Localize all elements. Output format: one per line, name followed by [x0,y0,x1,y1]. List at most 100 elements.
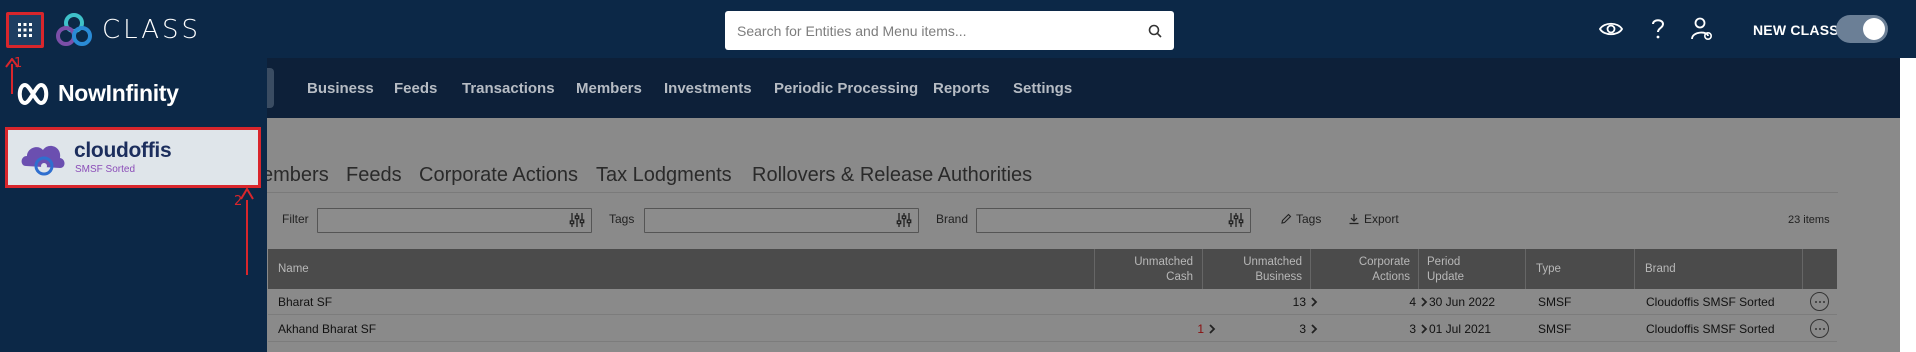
annotation-arrow-2 [246,200,248,275]
nav-item-business[interactable]: Business [307,80,374,97]
table-row[interactable]: Akhand Bharat SF 1 3 3 01 Jul 2021 SMSF … [268,316,1837,342]
header-line: Cash [1166,271,1193,283]
col-separator [1634,249,1635,289]
annotation-arrow-1 [11,64,13,94]
header-line: Period [1427,256,1461,268]
search-icon[interactable] [1148,24,1162,38]
app-option-cloudoffis[interactable]: cloudoffis SMSF Sorted [5,127,261,188]
annotation-step-2: 2 [234,194,243,209]
header-line: Unmatched [1134,256,1193,268]
col-corporate-actions[interactable]: Corporate Actions [1328,255,1410,285]
cell-value: 4 [1409,295,1416,309]
row-unmatched-business[interactable]: 13 [1258,295,1318,309]
brand-input[interactable] [976,208,1251,233]
tab-feeds[interactable]: Feeds [346,164,402,187]
table-header: Name Unmatched Cash Unmatched Business Cor… [268,249,1837,289]
nav-item-members[interactable]: Members [576,80,642,97]
row-name[interactable]: Akhand Bharat SF [278,322,376,336]
col-separator [1418,249,1419,289]
class-logo-icon [56,13,92,46]
new-class-label: NEW CLASS [1753,22,1839,38]
app-name: CLASS [102,15,202,45]
cell-value: 13 [1292,295,1306,309]
nav-item-reports[interactable]: Reports [933,80,990,97]
class-logo[interactable]: CLASS [54,12,201,48]
filter-input[interactable] [317,208,592,233]
tab-corporate-actions[interactable]: Corporate Actions [419,164,578,187]
col-separator [1802,249,1803,289]
more-options-icon[interactable] [1810,319,1829,338]
tab-rollovers[interactable]: Rollovers & Release Authorities [752,164,1032,187]
col-separator [1202,249,1203,289]
pencil-icon [1281,213,1292,224]
row-period-update: 30 Jun 2022 [1429,295,1496,309]
eye-icon[interactable] [1598,16,1624,42]
tags-button[interactable]: Tags [1280,212,1321,226]
help-icon[interactable] [1645,16,1671,42]
app-option-nowinfinity[interactable]: NowInfinity [16,80,179,107]
tags-label: Tags [609,212,635,226]
top-header: CLASS NEW CLASS [0,0,1916,58]
chevron-right-icon [1421,297,1428,307]
table-row[interactable]: Bharat SF 13 4 30 Jun 2022 SMSF Cloudoff… [268,289,1837,315]
search-input[interactable] [737,22,1148,39]
user-settings-icon[interactable] [1689,16,1715,42]
scrollbar-track[interactable] [1900,58,1916,352]
row-unmatched-business[interactable]: 3 [1258,322,1318,336]
filter-label: Filter [282,212,309,226]
nav-item-feeds[interactable]: Feeds [394,80,437,97]
row-corporate-actions[interactable]: 4 [1368,295,1428,309]
header-line: Unmatched [1243,256,1302,268]
tab-tax-lodgments[interactable]: Tax Lodgments [596,164,732,187]
more-options-icon[interactable] [1810,292,1829,311]
row-unmatched-cash[interactable]: 1 [1148,322,1216,336]
cloudoffis-logo-icon [21,145,65,176]
row-period-update: 01 Jul 2021 [1429,322,1492,336]
header-line: Business [1255,271,1302,283]
col-unmatched-business[interactable]: Unmatched Business [1218,255,1302,285]
row-type: SMSF [1538,322,1572,336]
row-name[interactable]: Bharat SF [278,295,332,309]
cloudoffis-label: cloudoffis [74,139,172,162]
tags-input[interactable] [644,208,919,233]
nav-item-periodic-processing[interactable]: Periodic Processing [774,80,918,97]
tab-members[interactable]: embers [262,164,329,187]
col-separator [1310,249,1311,289]
col-name[interactable]: Name [278,262,309,277]
sliders-icon[interactable] [896,212,912,228]
cell-value: 1 [1197,322,1204,336]
export-button[interactable]: Export [1348,212,1399,226]
col-type[interactable]: Type [1536,262,1561,277]
nav-item-settings[interactable]: Settings [1013,80,1072,97]
col-separator [1525,249,1526,289]
sliders-icon[interactable] [1228,212,1244,228]
cell-value: 3 [1299,322,1306,336]
row-corporate-actions[interactable]: 3 [1368,322,1428,336]
cell-value: 3 [1409,322,1416,336]
col-brand[interactable]: Brand [1645,262,1676,277]
row-type: SMSF [1538,295,1572,309]
main-nav: Business Feeds Transactions Members Inve… [0,58,1900,118]
header-line: Corporate [1358,256,1410,268]
annotation-step-1: 1 [14,56,23,71]
chevron-right-icon [1311,324,1318,334]
chevron-right-icon [1311,297,1318,307]
header-line: Update [1427,271,1465,283]
nav-item-investments[interactable]: Investments [664,80,752,97]
nav-item-transactions[interactable]: Transactions [462,80,555,97]
brand-label: Brand [936,212,969,226]
header-line: Actions [1372,271,1410,283]
items-count: 23 items [1788,214,1830,226]
tags-button-label: Tags [1296,212,1322,226]
chevron-right-icon [1209,324,1216,334]
app-switcher-panel: NowInfinity cloudoffis SMSF Sorted [0,58,267,352]
new-class-toggle[interactable] [1836,15,1888,43]
nowinfinity-label: NowInfinity [58,80,179,106]
export-button-label: Export [1364,212,1399,226]
sliders-icon[interactable] [569,212,585,228]
col-unmatched-cash[interactable]: Unmatched Cash [1113,255,1193,285]
col-period-update[interactable]: Period Update [1427,255,1464,285]
app-switcher-button[interactable] [6,12,44,48]
global-search[interactable] [725,11,1174,50]
cloudoffis-sublabel: SMSF Sorted [75,164,136,175]
